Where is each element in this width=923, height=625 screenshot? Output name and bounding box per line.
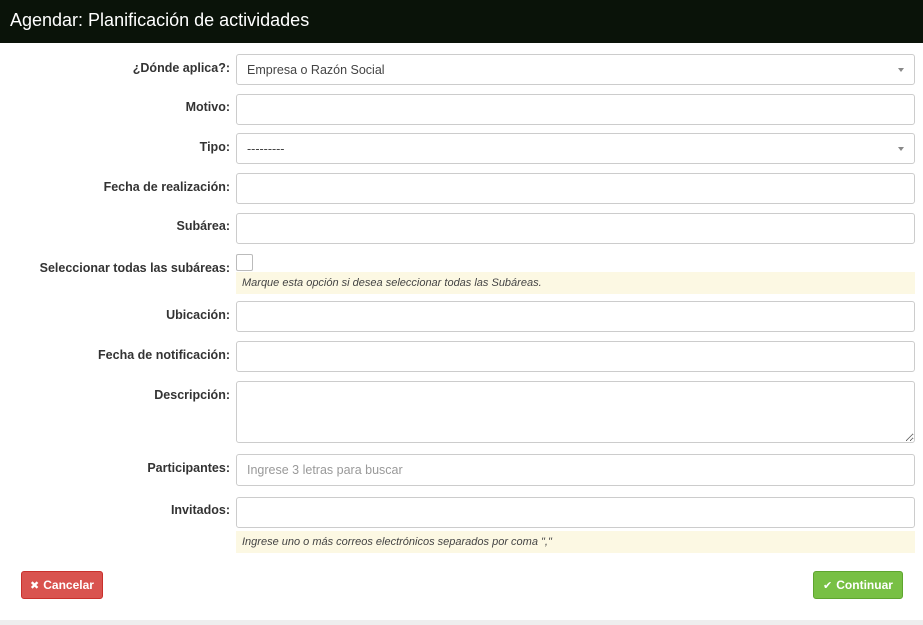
ubicacion-input[interactable]: [236, 301, 915, 332]
invitados-input[interactable]: [236, 497, 915, 528]
fecha-notificacion-input[interactable]: [236, 341, 915, 372]
participantes-search-input[interactable]: [236, 454, 915, 486]
continue-button[interactable]: ✔ Continuar: [813, 571, 903, 599]
todas-subareas-checkbox[interactable]: [236, 254, 253, 271]
footer-divider: [0, 620, 923, 625]
motivo-input[interactable]: [236, 94, 915, 125]
cancel-button-label: Cancelar: [43, 578, 94, 592]
fecha-realizacion-input[interactable]: [236, 173, 915, 204]
cancel-button[interactable]: ✖ Cancelar: [21, 571, 103, 599]
subarea-label: Subárea:: [176, 219, 231, 233]
ubicacion-label: Ubicación:: [166, 308, 230, 322]
tipo-value: ---------: [247, 141, 285, 156]
descripcion-label: Descripción:: [154, 388, 230, 402]
page-title-text: Agendar: Planificación de actividades: [10, 10, 310, 30]
chevron-down-icon: [898, 146, 904, 151]
x-icon: ✖: [30, 579, 40, 592]
donde-aplica-select[interactable]: Empresa o Razón Social: [236, 54, 915, 85]
todas-subareas-hint: Marque esta opción si desea seleccionar …: [236, 272, 915, 294]
fecha-notificacion-label: Fecha de notificación:: [98, 348, 230, 362]
invitados-hint: Ingrese uno o más correos electrónicos s…: [236, 531, 915, 553]
donde-aplica-value: Empresa o Razón Social: [247, 62, 385, 77]
tipo-label: Tipo:: [199, 140, 230, 154]
page-title: Agendar: Planificación de actividades: [0, 0, 923, 43]
todas-subareas-label: Seleccionar todas las subáreas:: [39, 261, 230, 275]
donde-aplica-label: ¿Dónde aplica?:: [132, 61, 230, 75]
continue-button-label: Continuar: [836, 578, 893, 592]
chevron-down-icon: [898, 67, 904, 72]
participantes-label: Participantes:: [147, 461, 230, 475]
motivo-label: Motivo:: [185, 100, 230, 114]
tipo-select[interactable]: ---------: [236, 133, 915, 164]
check-icon: ✔: [823, 579, 833, 592]
fecha-realizacion-label: Fecha de realización:: [103, 180, 230, 194]
subarea-input[interactable]: [236, 213, 915, 244]
invitados-label: Invitados:: [170, 503, 230, 517]
descripcion-textarea[interactable]: [236, 381, 915, 443]
